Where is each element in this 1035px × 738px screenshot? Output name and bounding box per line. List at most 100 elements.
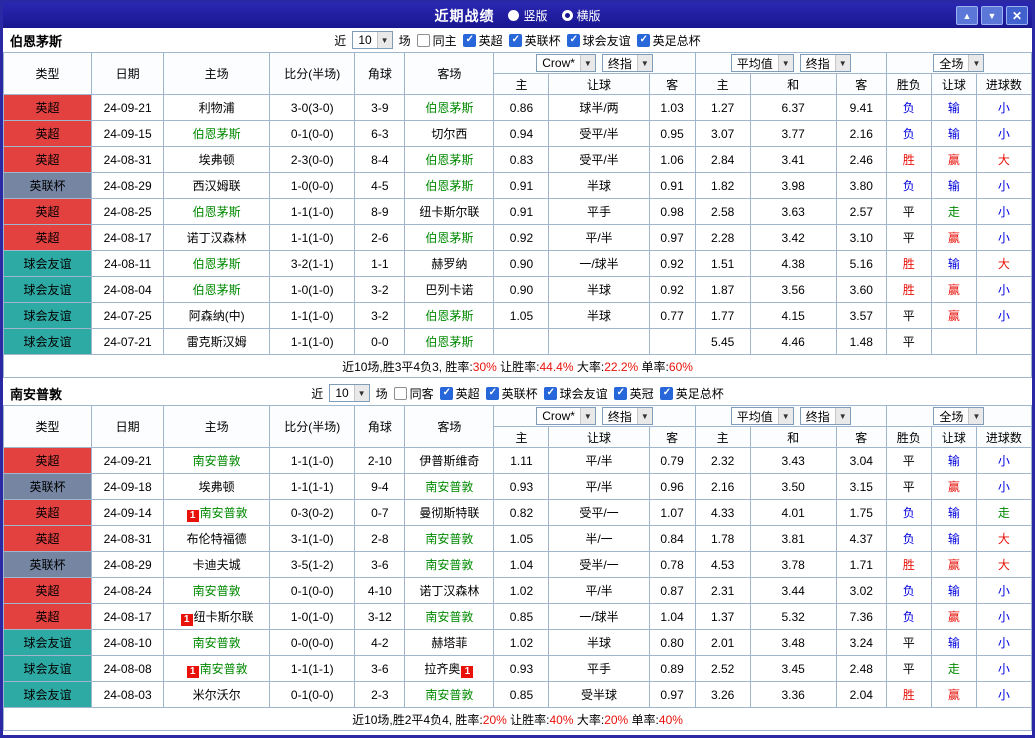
near-label: 近 <box>334 32 346 49</box>
away-team[interactable]: 曼彻斯特联 <box>405 500 494 526</box>
match-count-select[interactable]: 10 ▼ <box>329 384 369 402</box>
bookmaker-handicap: 半/一 <box>549 526 649 552</box>
league-filter-英超[interactable]: 英超 <box>463 32 503 49</box>
away-team[interactable]: 拉齐奥1 <box>405 656 494 682</box>
match-count-select[interactable]: 10 ▼ <box>352 31 392 49</box>
home-team[interactable]: 布伦特福德 <box>164 526 270 552</box>
checkbox-icon <box>544 387 557 400</box>
away-team[interactable]: 切尔西 <box>405 121 494 147</box>
home-team[interactable]: 伯恩茅斯 <box>164 277 270 303</box>
home-team[interactable]: 阿森纳(中) <box>164 303 270 329</box>
home-team[interactable]: 米尔沃尔 <box>164 682 270 708</box>
away-team[interactable]: 伯恩茅斯 <box>405 95 494 121</box>
away-team[interactable]: 南安普敦 <box>405 474 494 500</box>
away-team[interactable]: 南安普敦 <box>405 682 494 708</box>
bookmaker-away-odds <box>649 329 695 355</box>
sub-col-handicap: 让球 <box>549 74 649 95</box>
league-filter-英超[interactable]: 英超 <box>440 385 480 402</box>
home-team[interactable]: 伯恩茅斯 <box>164 121 270 147</box>
summary-row: 近10场,胜2平4负4, 胜率:20% 让胜率:40% 大率:20% 单率:40… <box>4 708 1032 731</box>
bookmaker-home-odds: 0.86 <box>494 95 549 121</box>
team-name-text: 南安普敦 <box>200 662 248 676</box>
league-filter-英冠[interactable]: 英冠 <box>614 385 654 402</box>
average-stage-select[interactable]: 终指▼ <box>800 54 851 72</box>
average-select[interactable]: 平均值▼ <box>731 54 794 72</box>
home-team[interactable]: 诺丁汉森林 <box>164 225 270 251</box>
result-group: 全场▼ <box>886 53 1031 74</box>
away-team[interactable]: 伯恩茅斯 <box>405 147 494 173</box>
away-team[interactable]: 南安普敦 <box>405 552 494 578</box>
chevron-down-icon: ▼ <box>968 55 983 71</box>
away-team[interactable]: 伯恩茅斯 <box>405 173 494 199</box>
average-select[interactable]: 平均值▼ <box>731 407 794 425</box>
bookmaker-handicap: 球半/两 <box>549 95 649 121</box>
match-score: 1-1(1-0) <box>270 448 355 474</box>
average-odds-group: 平均值▼ 终指▼ <box>695 406 886 427</box>
fulltime-select[interactable]: 全场▼ <box>933 54 984 72</box>
match-row: 英联杯24-08-29卡迪夫城3-5(1-2)3-6南安普敦1.04受半/一0.… <box>4 552 1032 578</box>
league-filter-英联杯[interactable]: 英联杯 <box>486 385 538 402</box>
home-team[interactable]: 1南安普敦 <box>164 500 270 526</box>
match-type-badge: 球会友谊 <box>4 277 92 303</box>
scroll-up-button[interactable]: ▲ <box>956 6 978 25</box>
col-type: 类型 <box>4 406 92 448</box>
odds-stage-select[interactable]: 终指▼ <box>602 54 653 72</box>
away-team[interactable]: 南安普敦 <box>405 526 494 552</box>
radio-label: 横版 <box>577 7 601 24</box>
team-name-text: 南安普敦 <box>425 610 473 624</box>
away-team[interactable]: 南安普敦 <box>405 604 494 630</box>
team-name-text: 埃弗顿 <box>199 153 235 167</box>
league-filter-英联杯[interactable]: 英联杯 <box>509 32 561 49</box>
away-team[interactable]: 赫罗纳 <box>405 251 494 277</box>
avg-away-odds: 3.04 <box>836 448 886 474</box>
layout-radio-vertical[interactable]: 竖版 <box>508 7 547 24</box>
home-team[interactable]: 1南安普敦 <box>164 656 270 682</box>
home-team[interactable]: 卡迪夫城 <box>164 552 270 578</box>
fulltime-select[interactable]: 全场▼ <box>933 407 984 425</box>
result-goals: 小 <box>976 630 1031 656</box>
home-team[interactable]: 伯恩茅斯 <box>164 199 270 225</box>
away-team[interactable]: 伯恩茅斯 <box>405 303 494 329</box>
avg-home-odds: 2.16 <box>695 474 750 500</box>
league-filter-英足总杯[interactable]: 英足总杯 <box>637 32 701 49</box>
bookmaker-home-odds: 0.91 <box>494 199 549 225</box>
home-team[interactable]: 伯恩茅斯 <box>164 251 270 277</box>
bookmaker-odds-group: Crow*▼ 终指▼ <box>494 406 695 427</box>
odds-source-select[interactable]: Crow*▼ <box>536 407 596 425</box>
home-team[interactable]: 西汉姆联 <box>164 173 270 199</box>
home-team[interactable]: 雷克斯汉姆 <box>164 329 270 355</box>
match-score: 3-0(3-0) <box>270 95 355 121</box>
league-filter-英足总杯[interactable]: 英足总杯 <box>660 385 724 402</box>
away-team[interactable]: 伊普斯维奇 <box>405 448 494 474</box>
result-goals: 大 <box>976 251 1031 277</box>
league-filter-球会友谊[interactable]: 球会友谊 <box>544 385 608 402</box>
result-handicap: 输 <box>931 95 976 121</box>
odds-stage-select[interactable]: 终指▼ <box>602 407 653 425</box>
odds-source-select[interactable]: Crow*▼ <box>536 54 596 72</box>
same-venue-filter[interactable]: 同客 <box>394 385 434 402</box>
home-team[interactable]: 利物浦 <box>164 95 270 121</box>
avg-draw-odds: 4.15 <box>750 303 836 329</box>
away-team[interactable]: 伯恩茅斯 <box>405 329 494 355</box>
away-team[interactable]: 赫塔菲 <box>405 630 494 656</box>
home-team[interactable]: 埃弗顿 <box>164 147 270 173</box>
home-team[interactable]: 南安普敦 <box>164 448 270 474</box>
away-team[interactable]: 巴列卡诺 <box>405 277 494 303</box>
match-score: 1-1(1-0) <box>270 303 355 329</box>
average-stage-select[interactable]: 终指▼ <box>800 407 851 425</box>
scroll-down-button[interactable]: ▼ <box>981 6 1003 25</box>
close-button[interactable]: ✕ <box>1006 6 1028 25</box>
layout-radio-horizontal[interactable]: 横版 <box>562 7 601 24</box>
corners: 3-6 <box>355 656 405 682</box>
league-filter-球会友谊[interactable]: 球会友谊 <box>567 32 631 49</box>
away-team[interactable]: 纽卡斯尔联 <box>405 199 494 225</box>
home-team[interactable]: 南安普敦 <box>164 578 270 604</box>
same-venue-filter[interactable]: 同主 <box>417 32 457 49</box>
away-team[interactable]: 诺丁汉森林 <box>405 578 494 604</box>
down-arrow-icon: ▼ <box>988 11 997 21</box>
bookmaker-home-odds: 1.02 <box>494 630 549 656</box>
home-team[interactable]: 埃弗顿 <box>164 474 270 500</box>
home-team[interactable]: 南安普敦 <box>164 630 270 656</box>
home-team[interactable]: 1纽卡斯尔联 <box>164 604 270 630</box>
away-team[interactable]: 伯恩茅斯 <box>405 225 494 251</box>
